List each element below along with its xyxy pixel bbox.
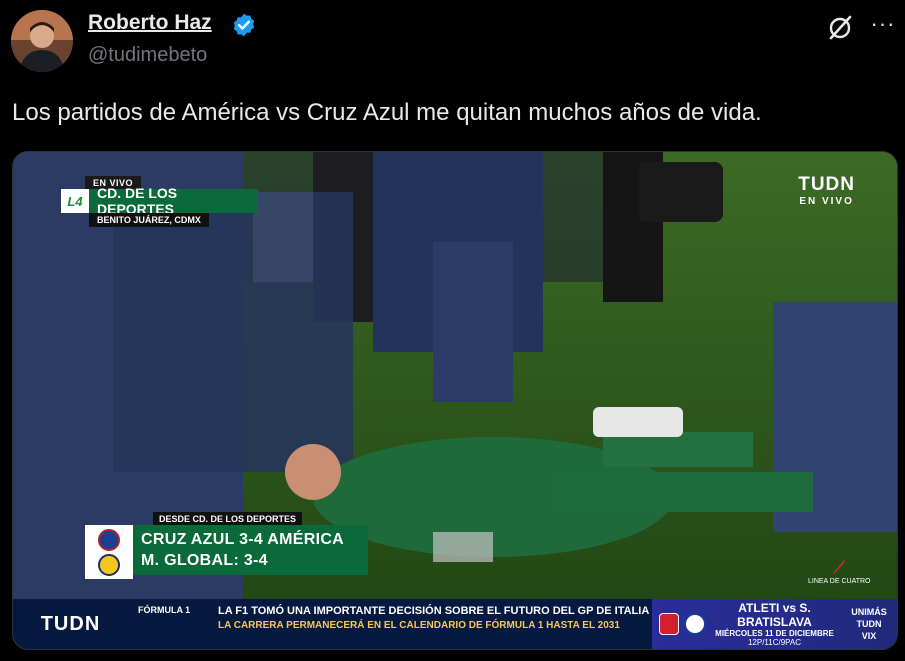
tudn-brand: TUDN (798, 174, 855, 195)
tudn-live-logo: TUDN EN VIVO (798, 174, 855, 207)
venue-location: BENITO JUÁREZ, CDMX (89, 213, 209, 227)
score-line-aggregate: M. GLOBAL: 3-4 (141, 552, 268, 569)
l4-logo-icon: L4 (61, 189, 89, 213)
promo-crests (652, 613, 708, 635)
atleti-crest-icon (658, 613, 679, 635)
venue-name: CD. DE LOS DEPORTES (89, 185, 258, 217)
cruz-azul-crest-icon (98, 528, 120, 551)
author-name[interactable]: Roberto Haz (88, 11, 212, 35)
ticker-category: FÓRMULA 1 (138, 605, 191, 615)
grok-slash-circle-icon[interactable] (826, 13, 854, 41)
ticker-headline: LA F1 TOMÓ UNA IMPORTANTE DECISIÓN SOBRE… (218, 605, 650, 617)
promo-channels: UNIMÁS TUDN VIX (851, 607, 887, 641)
ticker-subline: LA CARRERA PERMANECERÁ EN EL CALENDARIO … (218, 620, 620, 631)
scoreboard: CRUZ AZUL 3-4 AMÉRICA M. GLOBAL: 3-4 (85, 525, 368, 579)
author-handle[interactable]: @tudimebeto (88, 44, 207, 67)
promo-text: ATLETI vs S. BRATISLAVA MIÉRCOLES 11 DE … (708, 601, 841, 647)
score-line-match: CRUZ AZUL 3-4 AMÉRICA (141, 531, 345, 548)
promo-date: MIÉRCOLES 11 DE DICIEMBRE (715, 629, 834, 638)
linea-de-cuatro-icon: ⟋ (833, 560, 845, 577)
corner-logo-text: LINEA DE CUATRO (808, 578, 871, 585)
match-promo: ATLETI vs S. BRATISLAVA MIÉRCOLES 11 DE … (652, 599, 897, 649)
avatar[interactable] (11, 10, 73, 72)
bratislava-crest-icon (683, 613, 706, 635)
tweet-media-image[interactable]: EN VIVO L4 CD. DE LOS DEPORTES BENITO JU… (12, 151, 898, 650)
linea-de-cuatro-logo: ⟋ LINEA DE CUATRO (808, 560, 871, 585)
news-ticker: TUDN FÓRMULA 1 LA F1 TOMÓ UNA IMPORTANTE… (13, 599, 897, 649)
tweet-text: Los partidos de América vs Cruz Azul me … (12, 99, 762, 126)
more-horizontal-icon[interactable]: ··· (870, 13, 896, 39)
verified-badge-icon (233, 13, 255, 37)
tudn-live-label: EN VIVO (799, 196, 854, 207)
promo-match: ATLETI vs S. BRATISLAVA (737, 601, 812, 629)
venue-banner: L4 CD. DE LOS DEPORTES (61, 185, 258, 217)
tweet-header: Roberto Haz @tudimebeto ··· (0, 0, 905, 80)
team-crests (85, 525, 133, 579)
america-crest-icon (98, 553, 120, 576)
ticker-news: LA F1 TOMÓ UNA IMPORTANTE DECISIÓN SOBRE… (218, 599, 652, 649)
score-lines: CRUZ AZUL 3-4 AMÉRICA M. GLOBAL: 3-4 (133, 525, 368, 575)
score-source: DESDE CD. DE LOS DEPORTES (153, 512, 303, 526)
promo-time: 12P/11C/9PAC (747, 638, 802, 647)
ticker-brand: TUDN (40, 612, 101, 635)
